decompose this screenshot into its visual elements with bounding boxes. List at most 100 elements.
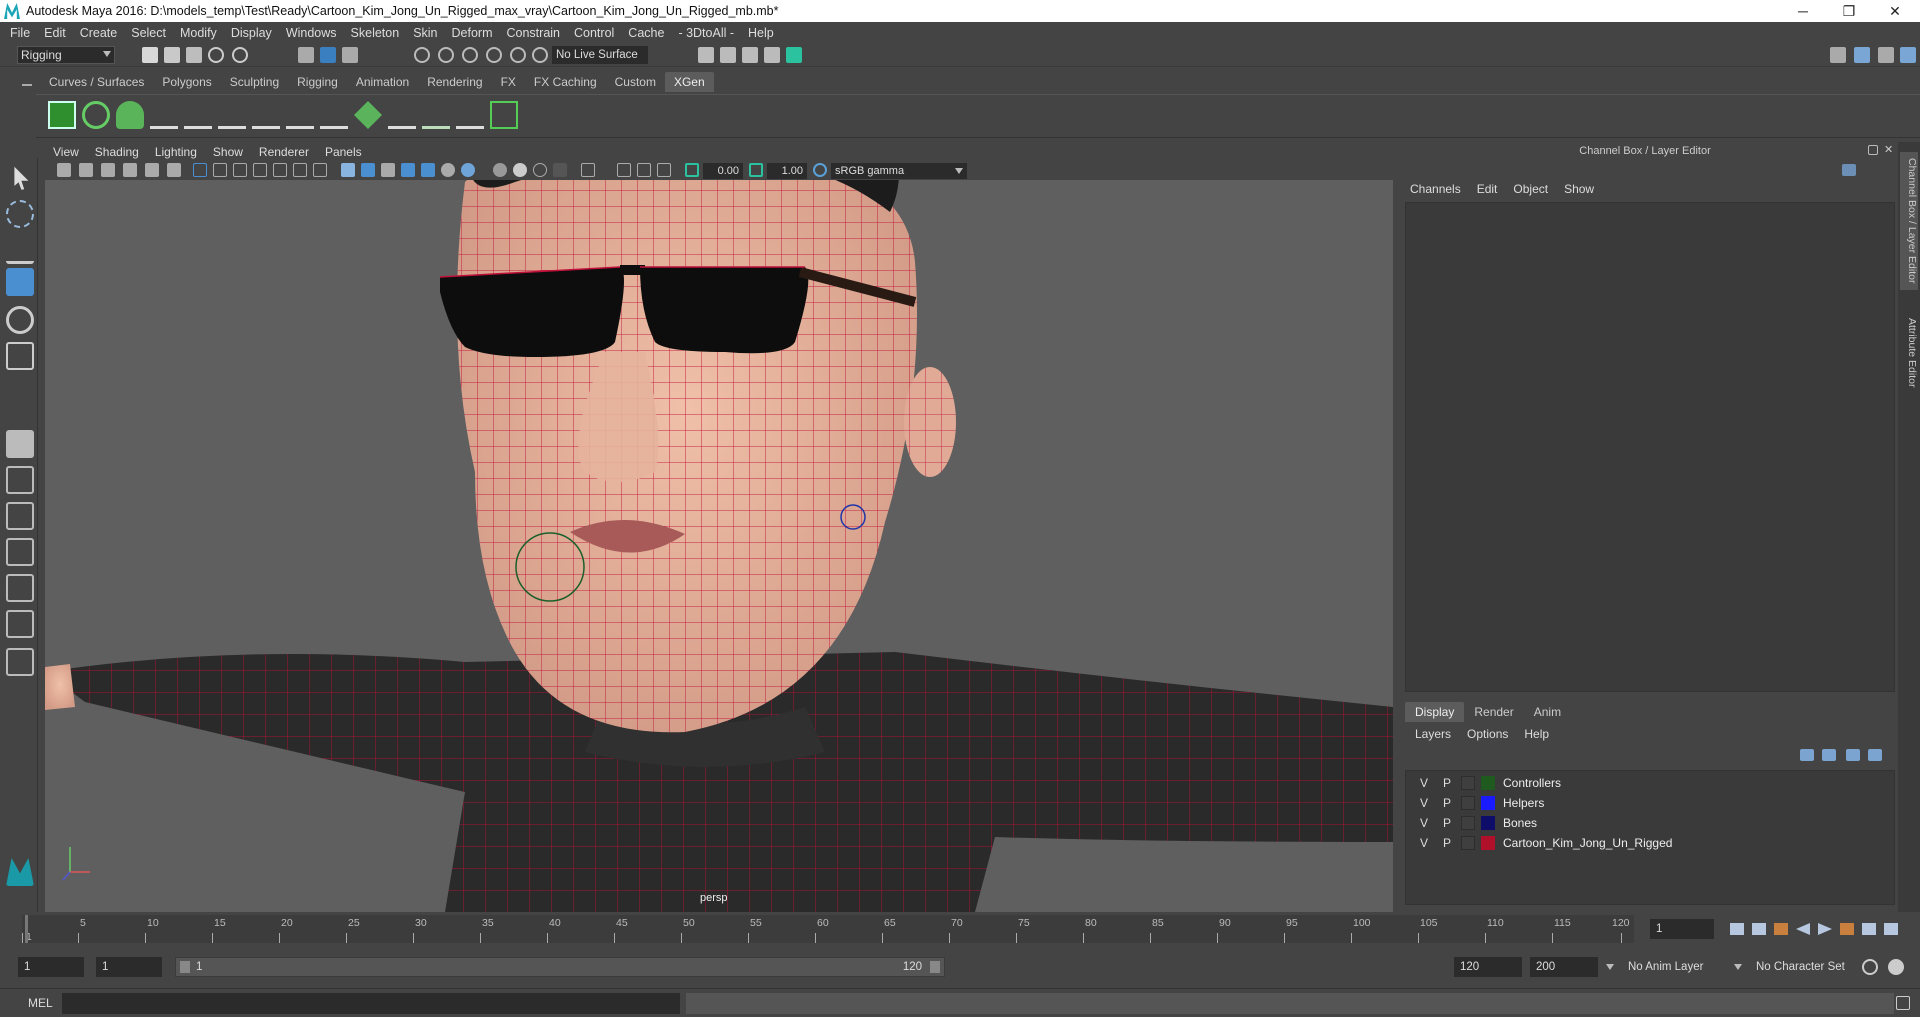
animation-start-field[interactable]: 1 (18, 957, 84, 977)
move-layer-down-icon[interactable] (1822, 749, 1836, 761)
create-empty-layer-icon[interactable] (1846, 749, 1860, 761)
film-gate-icon[interactable] (213, 163, 227, 177)
go-to-end-icon[interactable] (1884, 923, 1898, 935)
undo-icon[interactable] (208, 47, 224, 63)
menu-display[interactable]: Display (231, 26, 272, 40)
time-ruler[interactable]: 1 5 10 15 20 25 30 35 40 45 50 55 60 65 … (22, 915, 1634, 943)
use-all-lights-icon[interactable] (441, 163, 455, 177)
menu-deform[interactable]: Deform (452, 26, 493, 40)
layer-name[interactable]: Helpers (1503, 793, 1544, 813)
channel-menu-object[interactable]: Object (1513, 182, 1548, 196)
step-back-frame-icon[interactable] (1774, 923, 1788, 935)
channel-box-settings-icon[interactable] (1842, 164, 1856, 176)
gamma-field[interactable]: 1.00 (767, 163, 807, 179)
close-panel-icon[interactable]: ✕ (1884, 144, 1894, 156)
layer-menu-help[interactable]: Help (1524, 727, 1549, 741)
shelf-menu-icon[interactable] (22, 84, 32, 86)
gamma-icon[interactable] (749, 163, 763, 177)
animation-end-field[interactable]: 200 (1530, 957, 1598, 977)
grease-pencil-icon[interactable] (167, 163, 181, 177)
menu-set-select[interactable]: Rigging (17, 46, 115, 64)
single-perspective-layout-icon[interactable] (6, 430, 34, 458)
channel-menu-channels[interactable]: Channels (1410, 182, 1461, 196)
tab-render[interactable]: Render (1464, 702, 1523, 722)
menu-constrain[interactable]: Constrain (507, 26, 561, 40)
channel-menu-show[interactable]: Show (1564, 182, 1594, 196)
smooth-shade-icon[interactable] (361, 163, 375, 177)
field-chart-icon[interactable] (273, 163, 287, 177)
shelf-tab-animation[interactable]: Animation (347, 72, 418, 92)
step-forward-frame-icon[interactable] (1840, 923, 1854, 935)
isolate-select-icon[interactable] (581, 163, 595, 177)
layer-name[interactable]: Cartoon_Kim_Jong_Un_Rigged (1503, 833, 1672, 853)
snap-point-icon[interactable] (462, 47, 478, 63)
layer-visibility-toggle[interactable]: V (1420, 773, 1428, 793)
xgen-preview-icon[interactable] (82, 101, 110, 129)
layer-display-type[interactable] (1461, 776, 1475, 790)
side-tab-channel-box[interactable]: Channel Box / Layer Editor (1900, 152, 1918, 290)
xgen-rebuild-guide-icon[interactable] (320, 101, 348, 129)
rotate-tool-icon[interactable] (6, 306, 34, 334)
shelf-tab-fx-caching[interactable]: FX Caching (525, 72, 606, 92)
layer-name[interactable]: Bones (1503, 813, 1537, 833)
snap-surface-icon[interactable] (510, 47, 526, 63)
tab-display[interactable]: Display (1405, 702, 1465, 722)
maya-home-icon[interactable] (6, 858, 34, 886)
persp-graph-layout-icon[interactable] (6, 538, 34, 566)
move-layer-up-icon[interactable] (1800, 749, 1814, 761)
menu-file[interactable]: File (10, 26, 30, 40)
menu-create[interactable]: Create (80, 26, 118, 40)
shelf-tab-rendering[interactable]: Rendering (418, 72, 491, 92)
layer-color-swatch[interactable] (1481, 836, 1495, 850)
maximize-button[interactable]: ❐ (1826, 0, 1872, 22)
xgen-layers-icon[interactable] (354, 101, 382, 129)
toggle-panels-icon[interactable] (1878, 47, 1894, 63)
menu-3dtoall[interactable]: - 3DtoAll - (678, 26, 734, 40)
chevron-down-icon[interactable] (1606, 964, 1614, 970)
layer-display-type[interactable] (1461, 836, 1475, 850)
persp-outliner-layout-icon[interactable] (6, 502, 34, 530)
new-scene-icon[interactable] (142, 47, 158, 63)
four-view-layout-icon[interactable] (6, 466, 34, 494)
layer-playback-toggle[interactable]: P (1443, 773, 1451, 793)
layer-color-swatch[interactable] (1481, 796, 1495, 810)
channel-list[interactable] (1405, 202, 1895, 692)
time-slider[interactable]: 1 5 10 15 20 25 30 35 40 45 50 55 60 65 … (0, 912, 1920, 946)
attribute-editor-toggle-icon[interactable] (1900, 47, 1916, 63)
playback-start-field[interactable]: 1 (96, 957, 162, 977)
xgen-interactive-groom-icon[interactable] (422, 101, 450, 129)
menu-edit[interactable]: Edit (44, 26, 66, 40)
xray-icon[interactable] (617, 163, 631, 177)
viewport-menu-lighting[interactable]: Lighting (155, 145, 197, 159)
outliner-layout-icon[interactable] (6, 610, 34, 638)
select-camera-icon[interactable] (57, 163, 71, 177)
close-button[interactable]: ✕ (1872, 0, 1918, 22)
create-layer-from-selected-icon[interactable] (1868, 749, 1882, 761)
live-surface-field[interactable]: No Live Surface (552, 46, 648, 64)
exposure-field[interactable]: 0.00 (703, 163, 743, 179)
paint-select-tool-icon[interactable] (6, 236, 34, 264)
safe-action-icon[interactable] (293, 163, 307, 177)
view-transform-select[interactable]: sRGB gamma (831, 163, 967, 179)
menu-modify[interactable]: Modify (180, 26, 217, 40)
viewport-menu-show[interactable]: Show (213, 145, 243, 159)
xgen-sculpt-guide-icon[interactable] (218, 101, 246, 129)
wireframe-on-shaded-icon[interactable] (401, 163, 415, 177)
layer-color-swatch[interactable] (1481, 816, 1495, 830)
camera-attributes-icon[interactable] (79, 163, 93, 177)
hypershade-icon[interactable] (786, 47, 802, 63)
layer-row-bones[interactable]: V P Bones (1406, 813, 1894, 833)
current-time-indicator[interactable] (25, 915, 28, 943)
layer-visibility-toggle[interactable]: V (1420, 833, 1428, 853)
shelf-tab-curves-surfaces[interactable]: Curves / Surfaces (40, 72, 153, 92)
character-set-select[interactable]: No Character Set (1750, 957, 1868, 977)
anti-aliasing-icon[interactable] (533, 163, 547, 177)
layer-color-swatch[interactable] (1481, 776, 1495, 790)
backface-culling-icon[interactable] (657, 163, 671, 177)
render-current-icon[interactable] (720, 47, 736, 63)
layer-row-cartoon-kim-jong-un-rigged[interactable]: V P Cartoon_Kim_Jong_Un_Rigged (1406, 833, 1894, 853)
select-component-icon[interactable] (342, 47, 358, 63)
layer-menu-options[interactable]: Options (1467, 727, 1508, 741)
anim-layer-select[interactable]: No Anim Layer (1622, 957, 1740, 977)
viewport-menu-panels[interactable]: Panels (325, 145, 362, 159)
